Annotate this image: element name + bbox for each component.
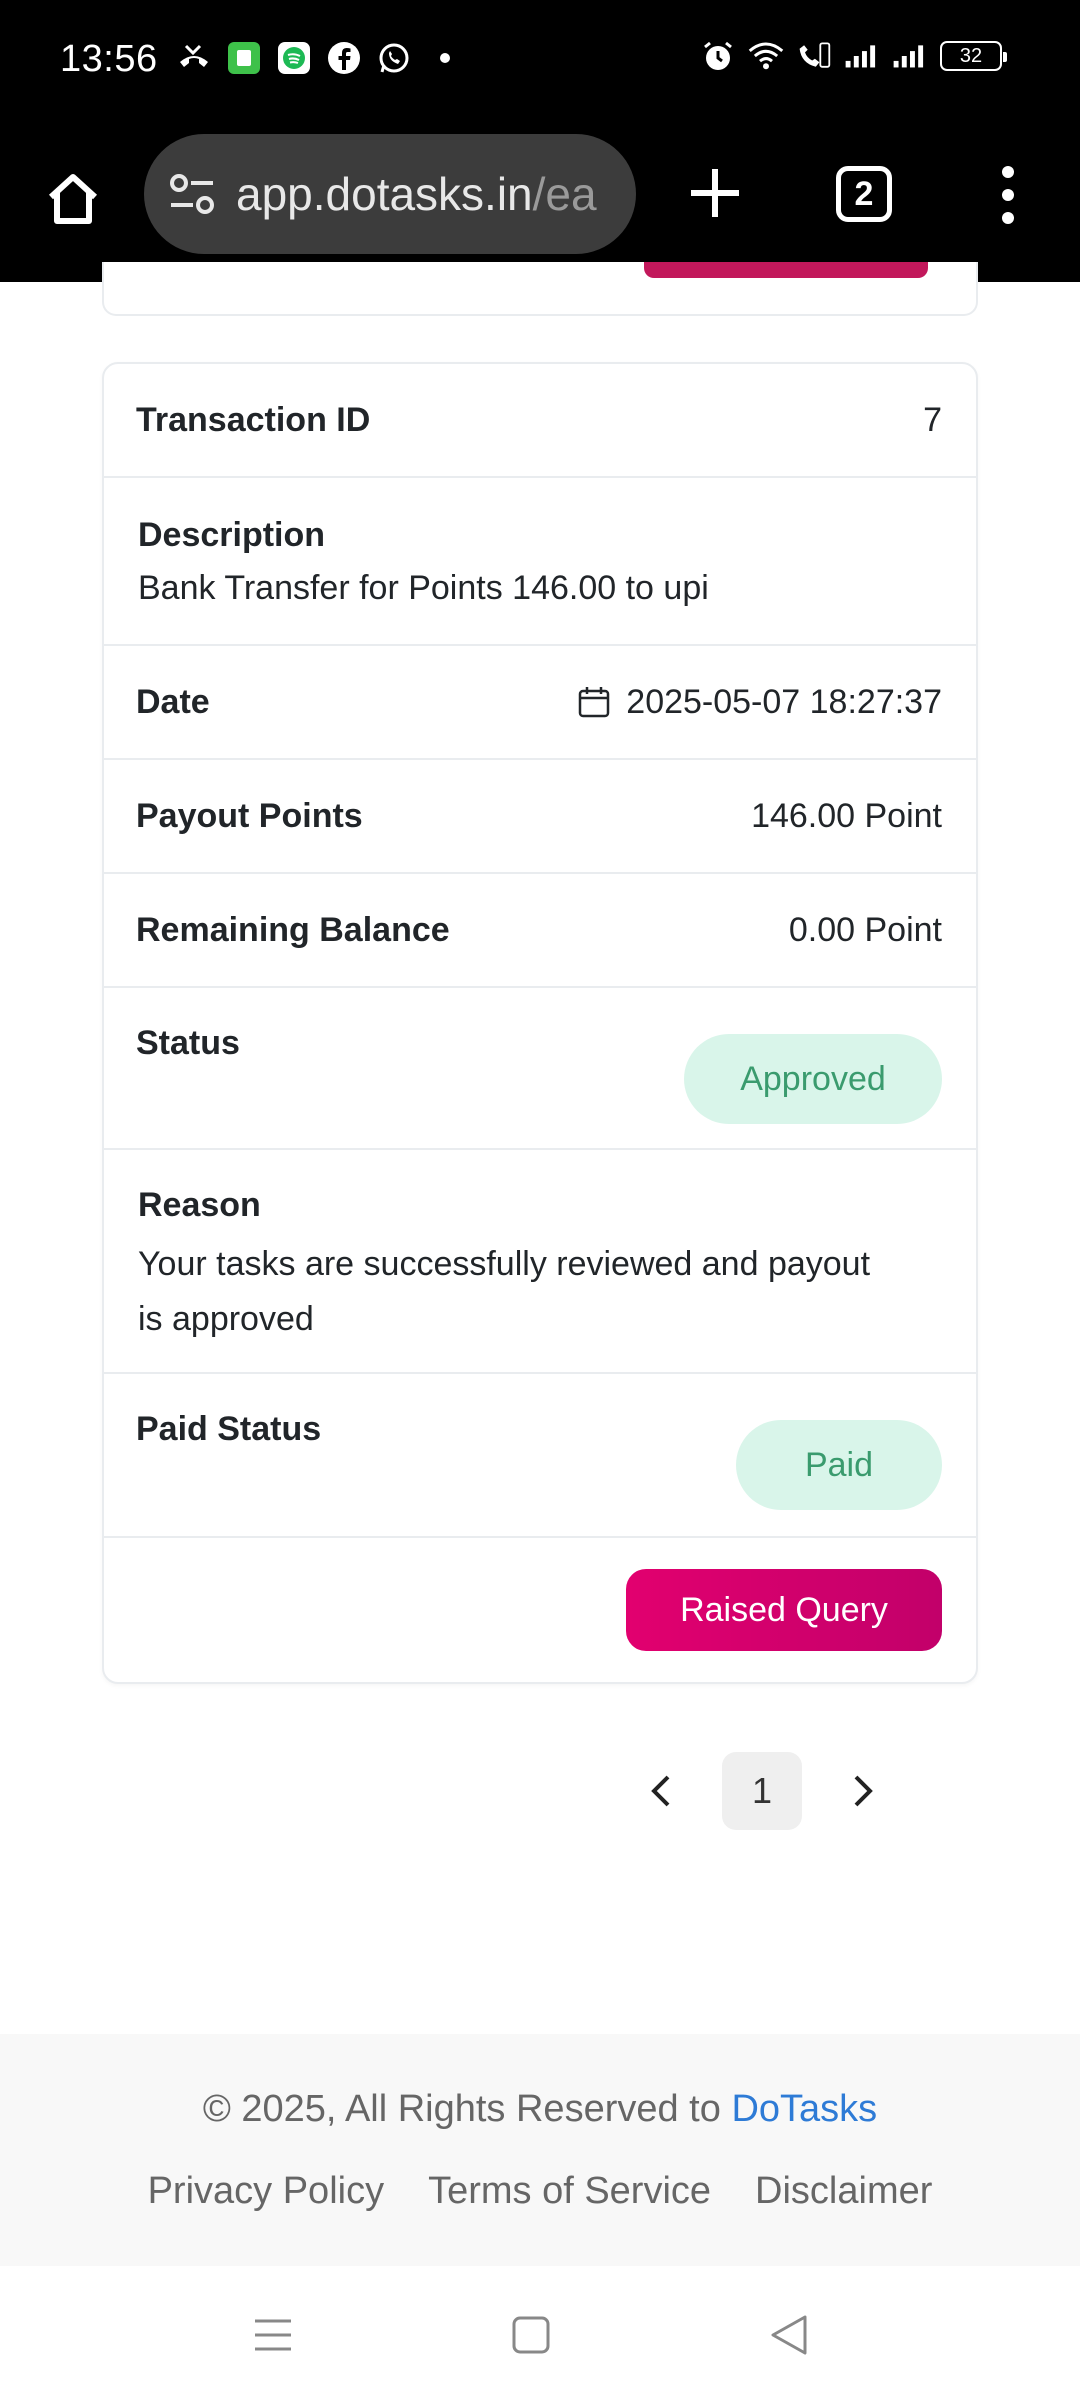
date-value: 2025-05-07 18:27:37 [626,682,942,721]
date-value-wrap: 2025-05-07 18:27:37 [576,683,942,722]
back-triangle-icon [771,2315,807,2355]
url-domain: app.dotasks.in [236,168,533,220]
alarm-icon [700,38,736,74]
raised-query-button[interactable]: Raised Query [626,1569,942,1651]
recents-button[interactable] [248,2310,298,2360]
chevron-right-icon [854,1775,873,1807]
payout-points-value: 146.00 Point [751,796,942,835]
whatsapp-icon [376,40,412,76]
reason-value: Your tasks are successfully reviewed and… [138,1245,871,1338]
payout-points-row: Payout Points 146.00 Point [104,760,976,874]
footer-links: Privacy Policy Terms of Service Disclaim… [0,2170,1080,2213]
status-time: 13:56 [60,38,158,80]
new-tab-button[interactable] [680,158,750,228]
copyright-prefix: © 2025, All Rights Reserved to [202,2088,732,2130]
previous-page-button[interactable] [630,1752,692,1830]
reason-label: Reason [138,1186,261,1224]
system-icons: 32 [700,38,1007,74]
paid-status-row: Paid Status Paid [104,1374,976,1538]
home-button[interactable] [38,164,108,234]
tab-switcher-button[interactable]: 2 [836,166,892,222]
wifi-icon [748,38,784,74]
status-label: Status [136,1024,240,1062]
site-settings-icon[interactable] [166,168,218,220]
address-bar[interactable]: app.dotasks.in/ea [144,134,636,254]
pagination: 1 [630,1752,894,1830]
signal-icon [892,38,928,74]
menu-dot [1002,189,1014,201]
remaining-balance-label: Remaining Balance [136,910,450,949]
status-row: Status Approved [104,988,976,1150]
browser-toolbar: app.dotasks.in/ea 2 [0,126,1080,282]
date-row: Date 2025-05-07 18:27:37 [104,646,976,760]
plus-icon [691,169,739,217]
back-button[interactable] [764,2310,814,2360]
remaining-balance-value: 0.00 Point [788,910,942,949]
remaining-balance-row: Remaining Balance 0.00 Point [104,874,976,988]
app-icon [226,40,262,76]
reason-row: Reason Your tasks are successfully revie… [104,1150,976,1374]
home-icon [48,174,98,224]
menu-lines-icon [255,2319,291,2351]
menu-dot [1002,166,1014,178]
notification-icons [176,40,450,76]
copyright-text: © 2025, All Rights Reserved to DoTasks [0,2088,1080,2131]
calendar-icon [579,687,610,718]
facebook-icon [326,40,362,76]
transaction-id-value: 7 [923,400,942,439]
signal-icon [844,38,880,74]
transaction-card: Transaction ID 7 Description Bank Transf… [102,362,978,1684]
privacy-policy-link[interactable]: Privacy Policy [148,2170,385,2213]
paid-status-badge: Paid [736,1420,942,1510]
chevron-left-icon [651,1775,670,1807]
date-label: Date [136,682,210,721]
description-value: Bank Transfer for Points 146.00 to upi [138,569,709,607]
transaction-id-row: Transaction ID 7 [104,364,976,478]
url-path: /ea [532,168,597,220]
more-menu-button[interactable] [990,160,1026,230]
previous-card-button-edge[interactable] [644,262,928,278]
missed-call-icon [176,40,212,76]
home-nav-button[interactable] [506,2310,556,2360]
battery-icon: 32 [940,41,1007,71]
page-footer: © 2025, All Rights Reserved to DoTasks P… [0,2034,1080,2266]
description-row: Description Bank Transfer for Points 146… [104,478,976,646]
volte-icon [796,38,832,74]
brand-link[interactable]: DoTasks [731,2088,877,2130]
menu-dot [1002,212,1014,224]
url-text: app.dotasks.in/ea [236,167,597,221]
page-number-button[interactable]: 1 [722,1752,802,1830]
system-navigation-bar [0,2266,1080,2400]
spotify-icon [276,40,312,76]
status-badge: Approved [684,1034,942,1124]
more-notifications-dot [440,53,450,63]
next-page-button[interactable] [832,1752,894,1830]
previous-card-edge [102,262,978,316]
terms-of-service-link[interactable]: Terms of Service [428,2170,711,2213]
description-label: Description [138,516,326,554]
status-bar: 13:56 32 [0,0,1080,126]
transaction-id-label: Transaction ID [136,400,371,439]
payout-points-label: Payout Points [136,796,363,835]
disclaimer-link[interactable]: Disclaimer [755,2170,932,2213]
square-icon [512,2316,550,2354]
action-row: Raised Query [104,1538,976,1682]
paid-status-label: Paid Status [136,1410,322,1448]
